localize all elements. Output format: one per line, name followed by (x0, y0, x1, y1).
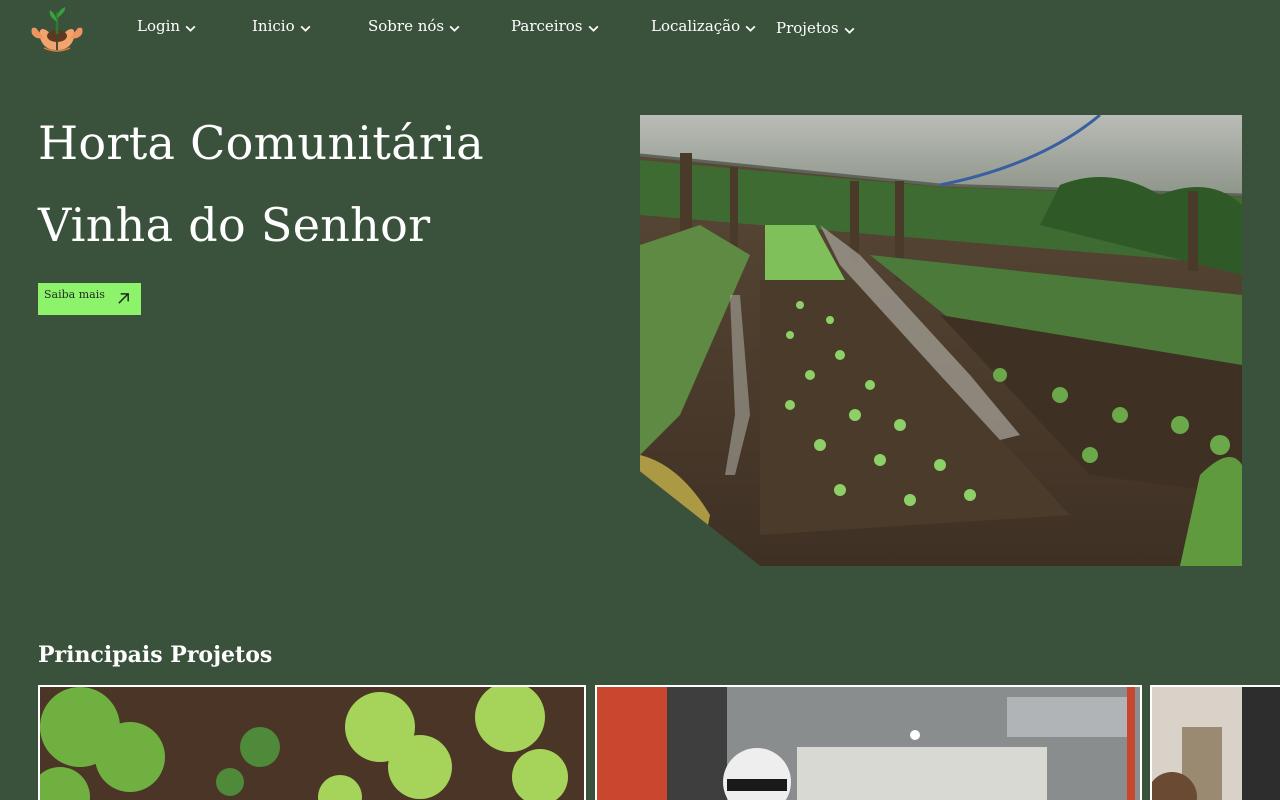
nav-localizacao[interactable]: Localização (651, 17, 757, 35)
project-card-seedlings[interactable] (38, 685, 586, 800)
nav-projetos[interactable]: Projetos (776, 19, 856, 37)
chevron-down-icon (588, 25, 598, 32)
page: Login Inicio Sobre nós Parceiros Localiz… (0, 0, 1280, 800)
project-kitchen-image (597, 687, 1140, 800)
nav-projetos-label: Projetos (776, 19, 839, 37)
saiba-mais-button[interactable]: Saiba mais (38, 283, 141, 315)
chevron-down-icon (745, 25, 756, 32)
saiba-mais-label: Saiba mais (44, 288, 105, 301)
hero-garden-image (640, 115, 1242, 566)
nav-inicio-label: Inicio (252, 17, 295, 35)
nav-localizacao-label: Localização (651, 17, 741, 35)
project-seedlings-image (40, 687, 584, 800)
project-card-third[interactable] (1150, 685, 1280, 800)
hero-title-line-2: Vinha do Senhor (38, 198, 431, 252)
chevron-down-icon (449, 25, 460, 32)
arrow-up-right-icon (118, 293, 129, 304)
nav-sobre-nos-label: Sobre nós (368, 17, 445, 35)
hero-title-line-1: Horta Comunitária (38, 116, 484, 170)
chevron-down-icon (844, 27, 855, 34)
nav-sobre-nos[interactable]: Sobre nós (368, 17, 461, 35)
chevron-down-icon (300, 25, 311, 32)
project-card-kitchen[interactable] (595, 685, 1142, 800)
nav-login[interactable]: Login (137, 17, 197, 35)
project-third-image (1152, 687, 1280, 800)
hands-with-plant-logo[interactable] (26, 4, 88, 56)
nav-parceiros[interactable]: Parceiros (511, 17, 600, 35)
chevron-down-icon (185, 25, 196, 32)
nav-login-label: Login (137, 17, 181, 35)
principais-projetos-title: Principais Projetos (38, 642, 273, 668)
nav-parceiros-label: Parceiros (511, 17, 583, 35)
nav-inicio[interactable]: Inicio (252, 17, 312, 35)
